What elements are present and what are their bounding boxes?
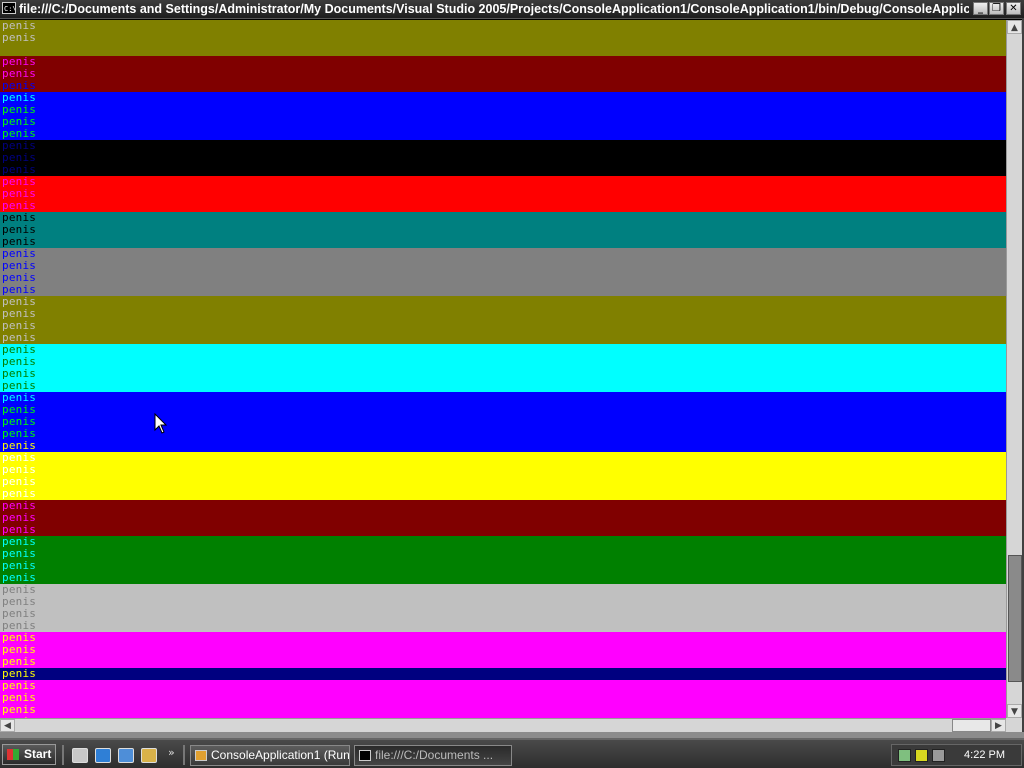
console-line: penis — [0, 524, 1006, 536]
horizontal-scrollbar[interactable]: ◀ ▶ — [0, 718, 1006, 732]
console-line: penis — [0, 32, 1006, 44]
console-line: penis — [0, 680, 1006, 692]
console-line: penis — [0, 20, 1006, 32]
console-line: penis — [0, 128, 1006, 140]
console-line: penis — [0, 320, 1006, 332]
console-line: penis — [0, 356, 1006, 368]
console-line: penis — [0, 596, 1006, 608]
taskbar-task-button[interactable]: file:///C:/Documents ... — [354, 745, 512, 766]
vertical-scroll-thumb[interactable] — [1008, 554, 1022, 683]
console-line: penis — [0, 404, 1006, 416]
console-line: penis — [0, 308, 1006, 320]
console-line: penis — [0, 584, 1006, 596]
console-line: penis — [0, 92, 1006, 104]
quick-launch-more-button[interactable]: » — [168, 746, 175, 759]
console-line: penis — [0, 68, 1006, 80]
console-line: penis — [0, 560, 1006, 572]
network-icon[interactable] — [898, 749, 911, 762]
console-output[interactable]: penis penis penis penis penis penis penis penis… — [0, 20, 1006, 718]
console-line: penis — [0, 200, 1006, 212]
console-line: penis — [0, 548, 1006, 560]
scroll-left-icon[interactable]: ◀ — [0, 719, 15, 732]
taskbar-separator — [62, 745, 64, 765]
console-line: penis — [0, 248, 1006, 260]
console-line: penis — [0, 332, 1006, 344]
taskbar-task-button[interactable]: ConsoleApplication1 (Run... — [190, 745, 350, 766]
console-line: penis — [0, 236, 1006, 248]
console-line: penis — [0, 80, 1006, 92]
windows-logo-icon — [7, 749, 19, 760]
show-desktop-icon[interactable] — [72, 748, 88, 763]
console-line: penis — [0, 632, 1006, 644]
console-line: penis — [0, 188, 1006, 200]
vertical-scrollbar[interactable]: ▲ ▼ — [1006, 20, 1022, 718]
minimize-button[interactable]: _ — [973, 2, 988, 15]
console-line: penis — [0, 272, 1006, 284]
console-line: penis — [0, 224, 1006, 236]
console-line: penis — [0, 452, 1006, 464]
console-line: penis — [0, 344, 1006, 356]
system-tray: 4:22 PM — [891, 744, 1022, 766]
console-line: penis — [0, 476, 1006, 488]
restore-button[interactable]: ❐ — [989, 2, 1004, 15]
console-line: penis — [0, 656, 1006, 668]
mouse-cursor-icon — [154, 413, 168, 434]
console-line: penis — [0, 212, 1006, 224]
task-label: file:///C:/Documents ... — [375, 748, 494, 762]
horizontal-scroll-thumb[interactable] — [951, 719, 991, 732]
console-line: penis — [0, 572, 1006, 584]
console-line: penis — [0, 464, 1006, 476]
console-icon — [359, 750, 371, 761]
console-line: penis — [0, 176, 1006, 188]
console-line: penis — [0, 56, 1006, 68]
console-line: penis — [0, 416, 1006, 428]
console-line: penis — [0, 152, 1006, 164]
console-app-icon[interactable]: C:\ — [2, 2, 16, 14]
console-line: penis — [0, 140, 1006, 152]
taskbar: Start » ConsoleApplication1 (Run... file:… — [0, 738, 1024, 768]
title-bar[interactable]: C:\ file:///C:/Documents and Settings/Ad… — [0, 0, 1024, 19]
internet-explorer-icon[interactable] — [95, 748, 111, 763]
antivirus-icon[interactable] — [915, 749, 928, 762]
console-line: penis — [0, 440, 1006, 452]
console-line: penis — [0, 512, 1006, 524]
console-line: penis — [0, 260, 1006, 272]
start-label: Start — [24, 747, 52, 761]
close-button[interactable]: ✕ — [1006, 2, 1021, 15]
outlook-express-icon[interactable] — [118, 748, 134, 763]
console-line: penis — [0, 104, 1006, 116]
start-button[interactable]: Start — [2, 744, 56, 765]
console-line: penis — [0, 704, 1006, 716]
console-line: penis — [0, 392, 1006, 404]
console-line: penis — [0, 428, 1006, 440]
console-line — [0, 44, 1006, 56]
console-line: penis — [0, 608, 1006, 620]
taskbar-separator — [183, 745, 185, 765]
console-line: penis — [0, 368, 1006, 380]
window-title: file:///C:/Documents and Settings/Admini… — [19, 2, 969, 16]
windows-media-icon[interactable] — [141, 748, 157, 763]
scroll-right-icon[interactable]: ▶ — [991, 719, 1006, 732]
console-line: penis — [0, 536, 1006, 548]
task-label: ConsoleApplication1 (Run... — [211, 748, 350, 762]
console-line: penis — [0, 164, 1006, 176]
console-line: penis — [0, 296, 1006, 308]
console-line: penis — [0, 644, 1006, 656]
console-line: penis — [0, 116, 1006, 128]
console-line-text: penis — [2, 31, 37, 44]
console-line: penis — [0, 380, 1006, 392]
clock[interactable]: 4:22 PM — [964, 745, 1005, 765]
scroll-down-icon[interactable]: ▼ — [1007, 704, 1022, 718]
console-line: penis — [0, 692, 1006, 704]
sound-icon[interactable] — [932, 749, 945, 762]
scroll-up-icon[interactable]: ▲ — [1007, 20, 1022, 34]
console-line: penis — [0, 620, 1006, 632]
console-line: penis — [0, 284, 1006, 296]
console-line: penis — [0, 668, 1006, 680]
visual-studio-icon — [195, 750, 207, 761]
console-line: penis — [0, 500, 1006, 512]
console-line: penis — [0, 488, 1006, 500]
